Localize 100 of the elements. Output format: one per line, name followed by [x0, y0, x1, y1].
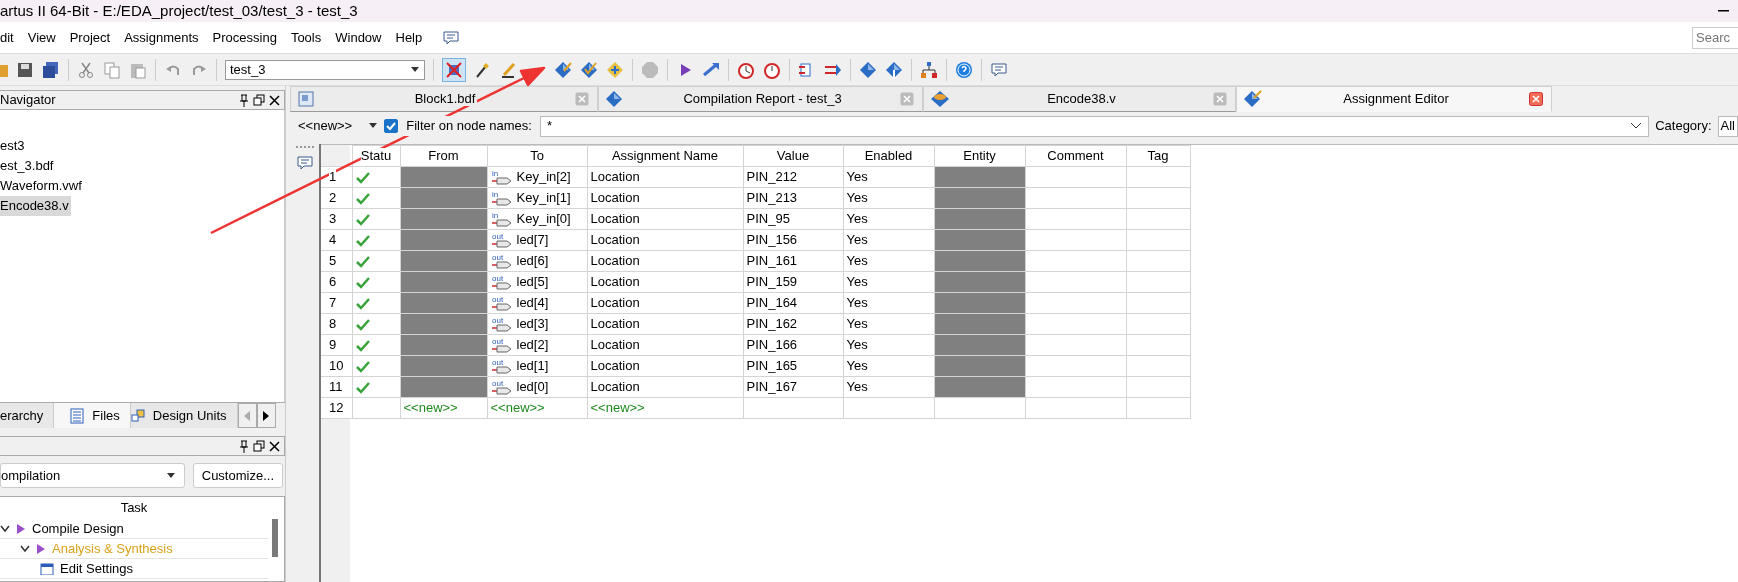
category-dropdown[interactable]: All [1717, 115, 1738, 137]
table-cell[interactable]: Location [587, 229, 743, 251]
table-cell[interactable]: Yes [843, 187, 934, 209]
table-cell[interactable]: PIN_95 [743, 208, 843, 230]
table-cell[interactable]: Yes [843, 313, 934, 335]
filter-field[interactable]: * [539, 115, 1650, 137]
table-cell[interactable]: out led[0] [487, 376, 587, 398]
table-cell[interactable]: PIN_161 [743, 250, 843, 272]
timer-icon[interactable] [763, 60, 781, 79]
column-header[interactable]: Statu [352, 145, 400, 167]
table-cell[interactable]: Yes [843, 229, 934, 251]
table-cell[interactable]: PIN_167 [743, 376, 843, 398]
menu-item[interactable]: Assignments [124, 27, 208, 48]
menu-item[interactable]: Window [335, 27, 391, 48]
close-icon[interactable] [269, 94, 280, 106]
column-header[interactable]: Enabled [843, 145, 934, 167]
table-cell[interactable]: PIN_213 [743, 187, 843, 209]
cut-icon[interactable] [77, 60, 95, 79]
table-cell[interactable]: Location [587, 292, 743, 314]
diamond-icon[interactable] [859, 60, 877, 79]
table-cell[interactable]: Location [587, 355, 743, 377]
table-cell[interactable]: PIN_162 [743, 313, 843, 335]
menu-item[interactable]: Processing [212, 27, 286, 48]
diamond-check-icon[interactable] [580, 60, 598, 79]
column-header[interactable]: Comment [1025, 145, 1126, 167]
table-cell[interactable]: Yes [843, 271, 934, 293]
column-header[interactable]: Entity [934, 145, 1025, 167]
comment-icon[interactable] [295, 154, 314, 172]
project-dropdown[interactable]: test_3 [225, 59, 425, 80]
document-tab[interactable]: Block1.bdf [290, 86, 598, 112]
file-item[interactable]: Encode38.v [0, 196, 71, 216]
stopwatch-icon[interactable] [737, 60, 755, 79]
filter-checkbox[interactable] [384, 119, 399, 133]
column-header[interactable]: Value [743, 145, 843, 167]
close-icon[interactable] [269, 440, 280, 452]
table-cell[interactable]: Location [587, 187, 743, 209]
pin-icon[interactable] [239, 93, 249, 107]
panel-tab[interactable]: erarchy [0, 403, 55, 428]
task-item[interactable]: Edit Settings [60, 558, 133, 579]
table-cell[interactable]: Location [587, 208, 743, 230]
restore-icon[interactable] [253, 440, 265, 452]
table-cell[interactable]: PIN_165 [743, 355, 843, 377]
wand-icon[interactable] [474, 60, 492, 79]
table-cell[interactable]: Yes [843, 376, 934, 398]
table-cell[interactable]: Yes [843, 250, 934, 272]
menu-item[interactable]: dit [0, 27, 23, 48]
table-cell[interactable]: Yes [843, 292, 934, 314]
menu-item[interactable]: Tools [290, 27, 331, 48]
column-header[interactable]: Assignment Name [587, 145, 743, 167]
table-cell[interactable]: out led[1] [487, 355, 587, 377]
step-icon[interactable] [702, 60, 720, 79]
chip-button[interactable] [442, 57, 466, 82]
table-cell[interactable]: out led[7] [487, 229, 587, 251]
document-tab[interactable]: Compilation Report - test_3 [598, 86, 923, 112]
task-item[interactable]: Compile Design [32, 518, 124, 539]
table-cell[interactable]: PIN_164 [743, 292, 843, 314]
table-cell[interactable]: <<new>> [587, 397, 743, 419]
document-tab[interactable]: Assignment Editor [1236, 86, 1552, 112]
chevron-icon[interactable] [0, 524, 10, 533]
diamond-down-icon[interactable] [885, 60, 903, 79]
table-cell[interactable]: in Key_in[1] [487, 187, 587, 209]
table-cell[interactable]: out led[6] [487, 250, 587, 272]
table-cell[interactable]: Yes [843, 334, 934, 356]
table-cell[interactable]: PIN_212 [743, 166, 843, 188]
save-all-icon[interactable] [42, 60, 60, 79]
menu-item[interactable]: Help [395, 27, 432, 48]
table-cell[interactable]: PIN_156 [743, 229, 843, 251]
table-cell[interactable]: Yes [843, 166, 934, 188]
search-field[interactable]: Searc [1692, 26, 1738, 49]
table-cell[interactable]: out led[5] [487, 271, 587, 293]
table-cell[interactable]: Location [587, 313, 743, 335]
table-cell[interactable]: in Key_in[2] [487, 166, 587, 188]
table-cell[interactable]: <<new>> [400, 397, 487, 419]
table-cell[interactable]: Yes [843, 355, 934, 377]
menu-item[interactable]: View [27, 27, 65, 48]
customize-button[interactable]: Customize... [192, 463, 283, 488]
help-icon[interactable] [955, 60, 973, 79]
file-item[interactable]: est_3.bdf [0, 156, 56, 176]
table-cell[interactable]: in Key_in[0] [487, 208, 587, 230]
table-cell[interactable]: PIN_159 [743, 271, 843, 293]
pin-icon[interactable] [239, 439, 249, 453]
restore-icon[interactable] [253, 94, 265, 106]
panel-tab[interactable]: Files [54, 403, 131, 428]
file-item[interactable]: Waveform.vwf [0, 176, 84, 196]
table-cell[interactable]: Location [587, 334, 743, 356]
column-header[interactable]: From [400, 145, 487, 167]
table-cell[interactable]: <<new>> [487, 397, 587, 419]
flow-dropdown[interactable]: ompilation [0, 463, 185, 488]
diamond-pencil-icon[interactable] [554, 60, 572, 79]
table-cell[interactable]: out led[3] [487, 313, 587, 335]
menu-item[interactable]: Project [69, 27, 120, 48]
comment-icon[interactable] [990, 60, 1008, 79]
table-cell[interactable]: Location [587, 271, 743, 293]
chevron-icon[interactable] [20, 544, 30, 553]
table-cell[interactable]: Location [587, 166, 743, 188]
table-cell[interactable]: out led[2] [487, 334, 587, 356]
table-cell[interactable]: Location [587, 376, 743, 398]
save-icon[interactable] [16, 60, 34, 79]
pencil-icon[interactable] [500, 60, 518, 79]
table-cell[interactable]: PIN_166 [743, 334, 843, 356]
